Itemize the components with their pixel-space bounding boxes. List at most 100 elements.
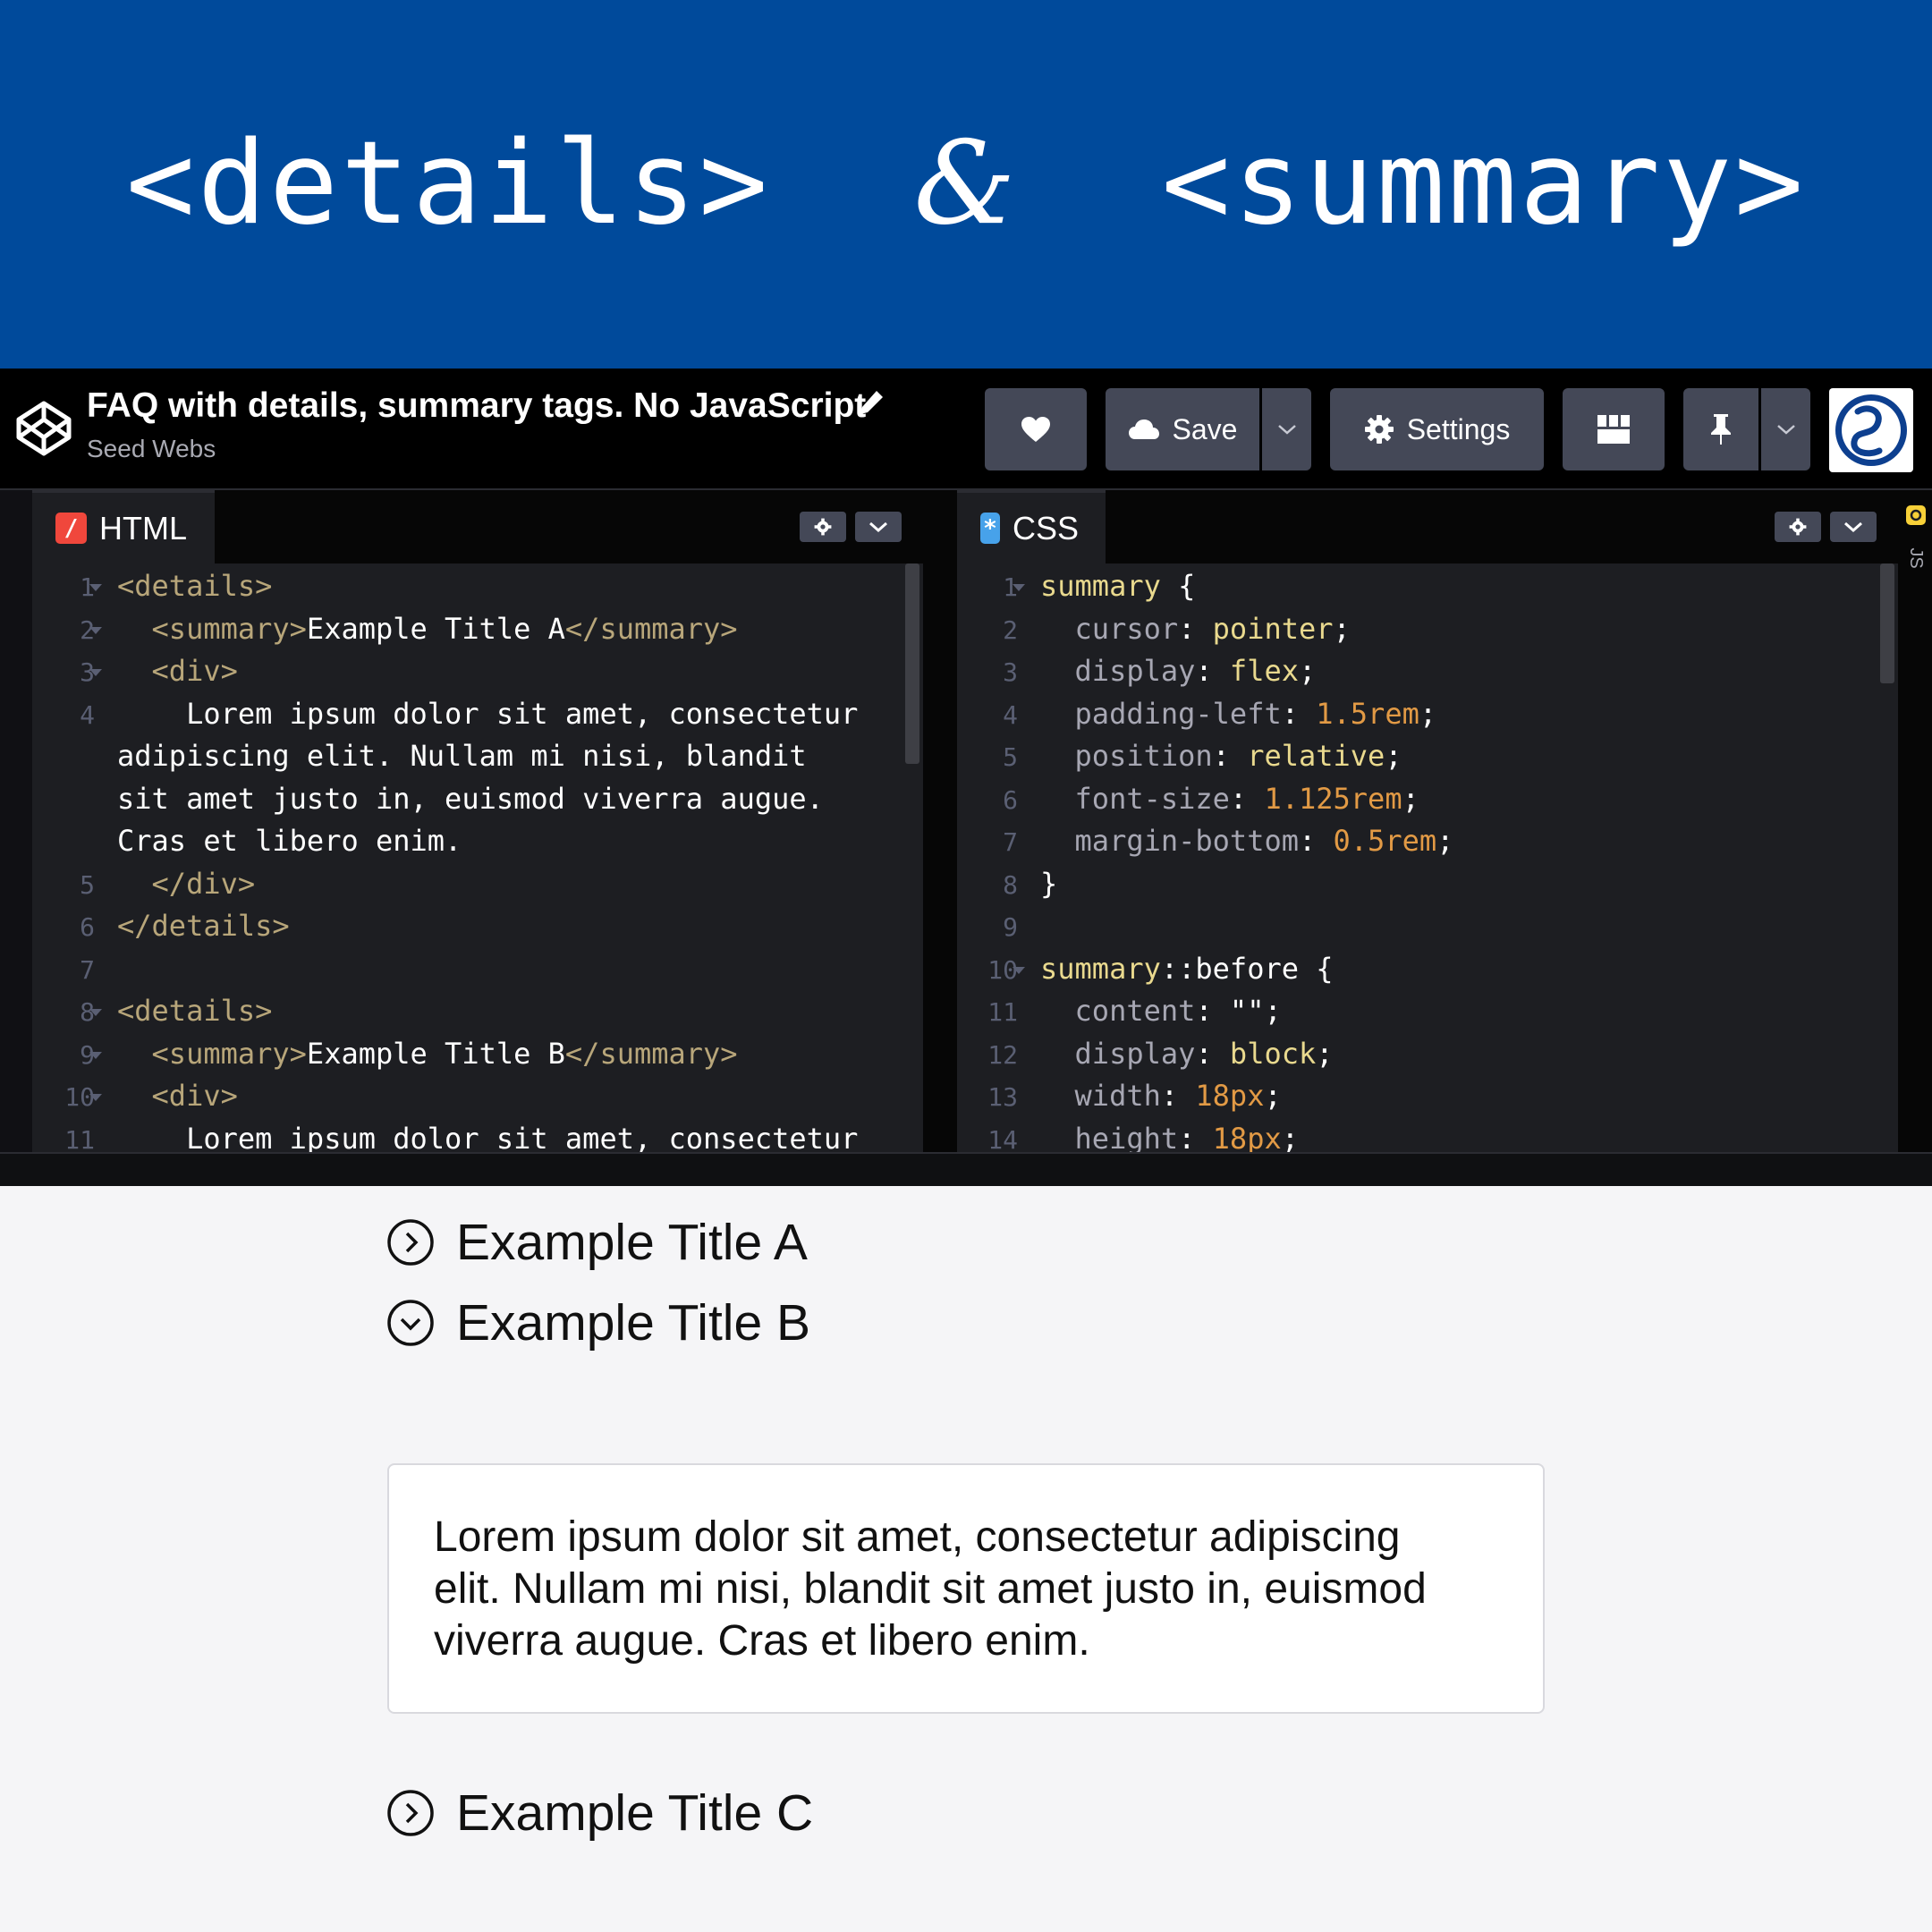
- code-token: 0.5rem: [1333, 824, 1437, 858]
- fold-arrow-icon[interactable]: [89, 669, 102, 676]
- cloud-icon: [1128, 419, 1159, 439]
- line-number: 8: [1003, 869, 1018, 900]
- codepen-logo-icon[interactable]: [14, 399, 73, 458]
- code-token: summary: [1040, 951, 1161, 986]
- chevron-right-circle-icon: [387, 1219, 434, 1266]
- code-token: pointer: [1212, 611, 1334, 646]
- code-token: </summary>: [564, 611, 738, 646]
- pin-dropdown-button[interactable]: [1761, 388, 1810, 470]
- html-collapse-button[interactable]: [855, 512, 902, 542]
- code-token: width: [1040, 1079, 1161, 1113]
- css-collapse-button[interactable]: [1830, 512, 1877, 542]
- code-line: display: block;: [1040, 1033, 1334, 1076]
- code-token: :: [1195, 1036, 1230, 1071]
- code-token: 18px: [1212, 1121, 1282, 1153]
- faq-summary-c[interactable]: Example Title C: [386, 1784, 813, 1843]
- line-number: 11: [64, 1124, 95, 1153]
- faq-summary-b[interactable]: Example Title B: [386, 1293, 810, 1352]
- code-token: ;: [1419, 696, 1437, 731]
- code-line: width: 18px;: [1040, 1075, 1282, 1118]
- code-line: </div>: [117, 863, 256, 906]
- code-line: Lorem ipsum dolor sit amet, consectetur: [117, 693, 858, 736]
- editor-area: / HTML 1 <details> 2 <summary>Example Titl…: [0, 490, 1932, 1186]
- html-code[interactable]: 1 <details> 2 <summary>Example Title A</su…: [32, 564, 923, 1152]
- line-number: 3: [1003, 657, 1018, 687]
- code-token: :: [1298, 824, 1334, 858]
- change-view-button[interactable]: [1563, 388, 1665, 470]
- code-token: font-size: [1040, 781, 1230, 816]
- pen-author[interactable]: Seed Webs: [87, 435, 216, 463]
- fold-arrow-icon[interactable]: [1013, 966, 1025, 974]
- code-token: height: [1040, 1121, 1179, 1153]
- line-number: 11: [987, 997, 1018, 1027]
- user-avatar[interactable]: [1829, 388, 1913, 472]
- edit-pencil-icon[interactable]: [857, 388, 886, 417]
- code-token: }: [1040, 866, 1058, 901]
- codepen-header: FAQ with details, summary tags. No JavaS…: [0, 369, 1932, 490]
- fold-arrow-icon[interactable]: [89, 1009, 102, 1016]
- code-token: <div>: [117, 654, 238, 688]
- code-token: ;: [1402, 781, 1419, 816]
- settings-button[interactable]: Settings: [1330, 388, 1544, 470]
- banner-ampersand: &: [913, 117, 1019, 250]
- js-collapsed-tab[interactable]: JS: [1900, 490, 1932, 1152]
- code-token: :: [1178, 1121, 1213, 1153]
- code-token: position: [1040, 739, 1213, 773]
- code-token: {: [1160, 569, 1196, 603]
- gear-icon: [1364, 415, 1394, 444]
- code-token: adipiscing elit. Nullam mi nisi, blandit: [117, 739, 807, 773]
- line-number: 4: [80, 699, 95, 730]
- code-line: Cras et libero enim.: [117, 820, 462, 863]
- faq-summary-b-label: Example Title B: [456, 1294, 810, 1352]
- faq-summary-a[interactable]: Example Title A: [386, 1213, 808, 1272]
- faq-content-b-text: Lorem ipsum dolor sit amet, consectetur …: [434, 1513, 1427, 1665]
- js-tab-label: JS: [1906, 547, 1927, 569]
- result-preview: Example Title A Example Title B Lorem ip…: [0, 1186, 1932, 1932]
- tab-css[interactable]: * CSS: [957, 490, 1106, 564]
- fold-arrow-icon[interactable]: [89, 1051, 102, 1059]
- settings-label: Settings: [1406, 412, 1511, 445]
- chevron-down-icon: [869, 521, 887, 533]
- css-scrollbar[interactable]: [1880, 564, 1894, 683]
- css-tabbar: * CSS: [957, 490, 1898, 564]
- fold-arrow-icon[interactable]: [89, 626, 102, 634]
- tab-html[interactable]: / HTML: [32, 490, 215, 564]
- line-number: 7: [80, 954, 95, 985]
- html-tabbar: / HTML: [32, 490, 923, 564]
- code-token: <div>: [117, 1079, 238, 1113]
- editor-bottom-bar: [0, 1152, 1932, 1186]
- tab-html-label: HTML: [99, 509, 187, 547]
- fold-arrow-icon[interactable]: [89, 1094, 102, 1101]
- html-scrollbar[interactable]: [905, 564, 919, 764]
- code-token: <details>: [117, 569, 273, 603]
- save-button[interactable]: Save: [1106, 388, 1259, 470]
- fold-arrow-icon[interactable]: [1013, 584, 1025, 591]
- code-line: padding-left: 1.5rem;: [1040, 693, 1437, 736]
- code-token: </details>: [117, 909, 290, 943]
- line-number: 13: [987, 1082, 1018, 1112]
- line-number: 3: [80, 657, 95, 687]
- line-number: 5: [80, 869, 95, 900]
- css-code[interactable]: 1 summary {2 cursor: pointer; 3 display: f…: [957, 564, 1898, 1152]
- code-token: <summary>: [117, 611, 307, 646]
- pen-title[interactable]: FAQ with details, summary tags. No JavaS…: [87, 386, 866, 426]
- code-token: 18px: [1195, 1079, 1265, 1113]
- code-token: Lorem ipsum dolor sit amet, consectetur: [117, 696, 859, 731]
- code-token: :: [1195, 654, 1230, 688]
- title-banner: <details> & <summary>: [0, 0, 1932, 369]
- css-settings-button[interactable]: [1775, 512, 1821, 542]
- line-number: 10: [987, 954, 1018, 985]
- heart-icon: [1021, 417, 1050, 442]
- save-dropdown-button[interactable]: [1262, 388, 1311, 470]
- chevron-down-circle-icon: [387, 1300, 434, 1346]
- line-number: 6: [1003, 784, 1018, 815]
- code-line: cursor: pointer;: [1040, 608, 1351, 651]
- code-line: position: relative;: [1040, 735, 1402, 778]
- code-token: margin-bottom: [1040, 824, 1299, 858]
- html-settings-button[interactable]: [800, 512, 846, 542]
- code-line: font-size: 1.125rem;: [1040, 778, 1419, 821]
- heart-button[interactable]: [985, 388, 1087, 470]
- faq-summary-c-label: Example Title C: [456, 1784, 814, 1842]
- fold-arrow-icon[interactable]: [89, 584, 102, 591]
- pin-button[interactable]: [1683, 388, 1758, 470]
